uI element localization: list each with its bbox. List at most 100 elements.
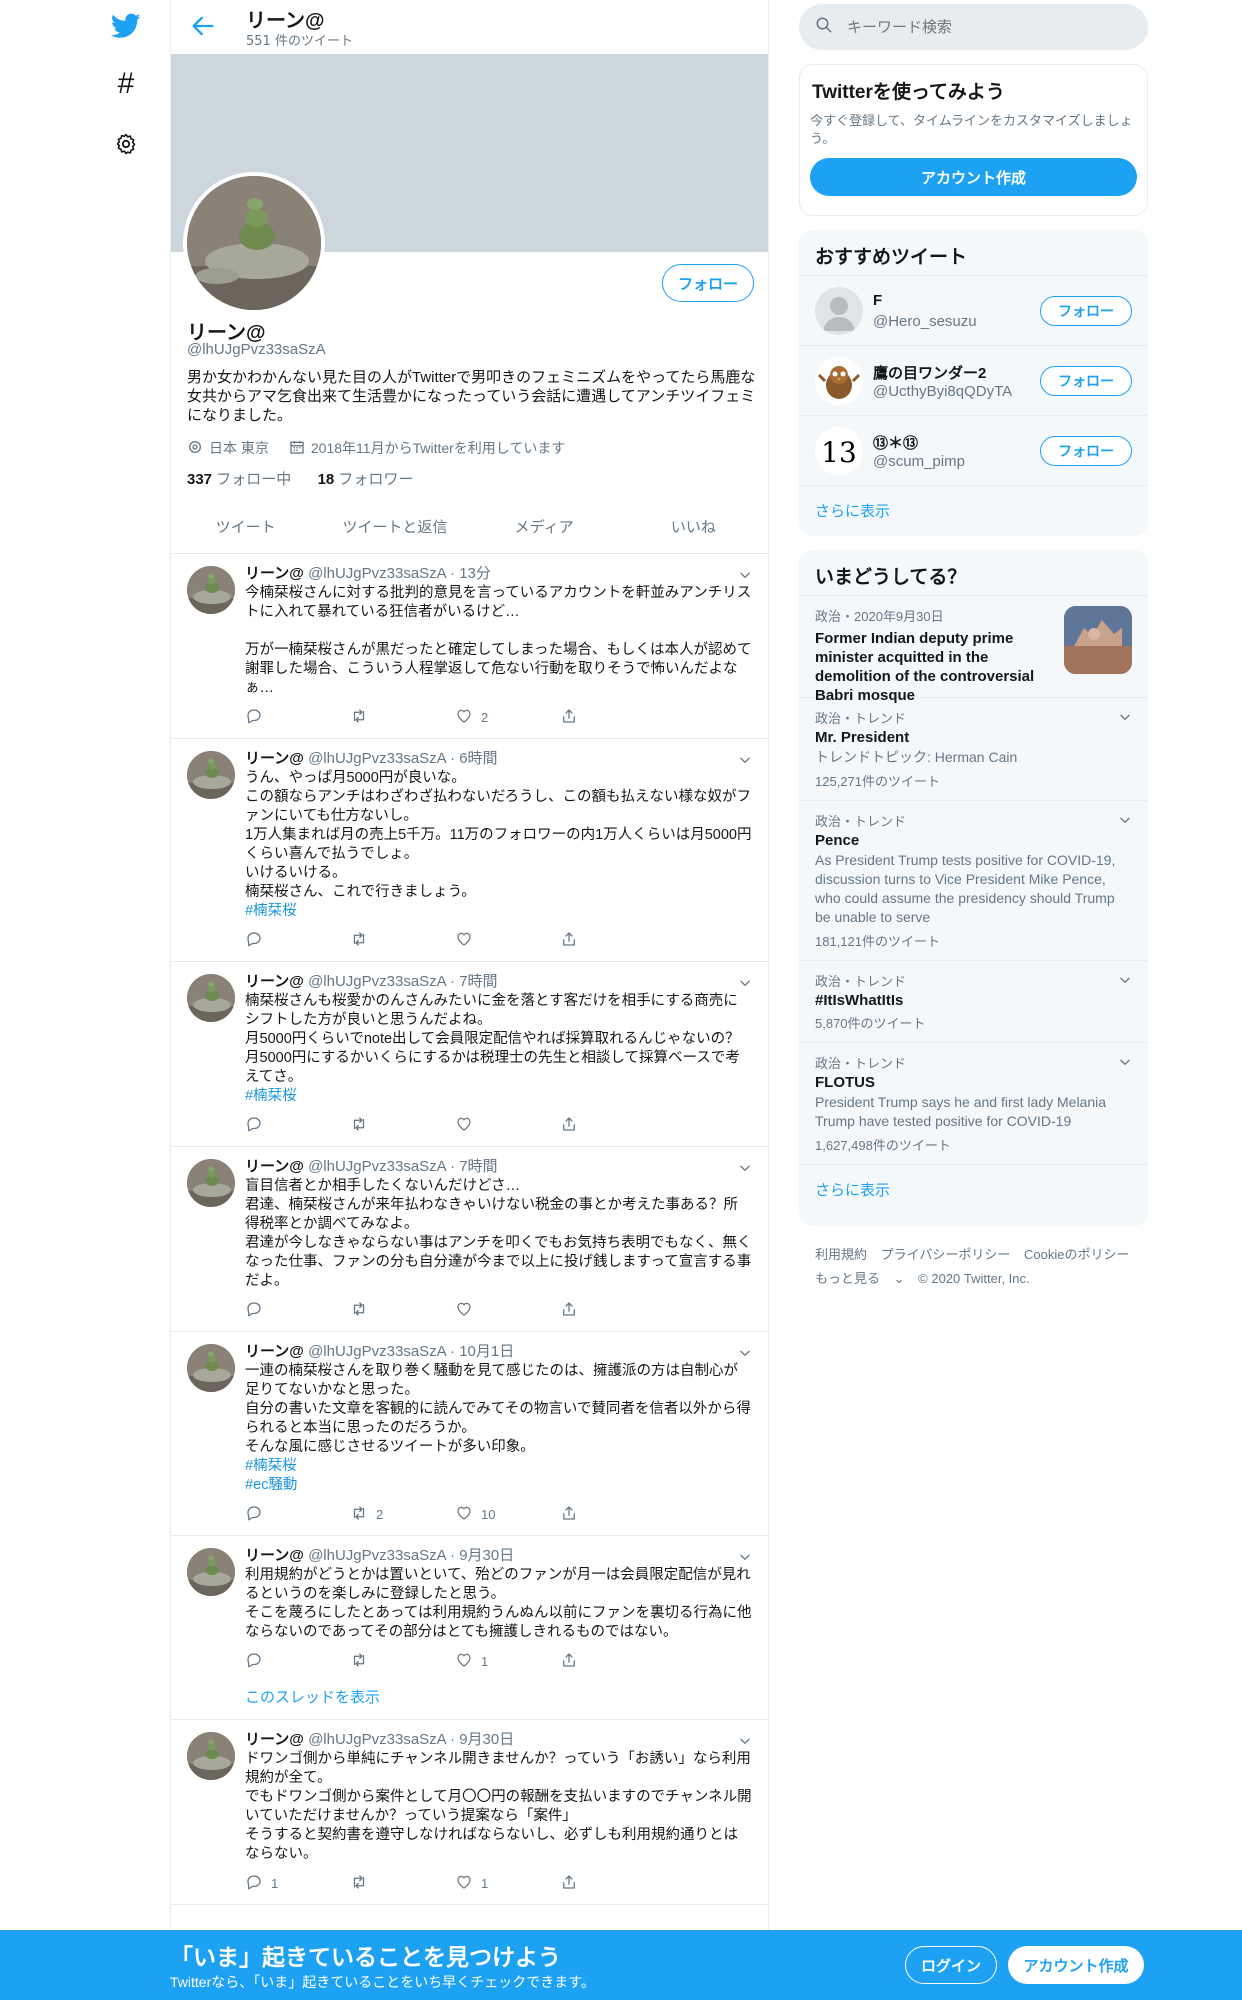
tweet-time[interactable]: 10月1日 <box>459 1343 514 1360</box>
tab-likes[interactable]: いいね <box>619 500 768 553</box>
tweet-author-name[interactable]: リーン@ <box>245 1343 304 1360</box>
like-button[interactable]: 2 <box>455 707 560 728</box>
tab-tweets-replies[interactable]: ツイートと返信 <box>320 500 469 553</box>
recommended-account[interactable]: 鷹の目ワンダー2 @UcthyByi8qQDyTA フォロー <box>799 346 1148 416</box>
tweet[interactable]: リーン@ @lhUJgPvz33saSzA · 6時間 うん、やっぱ月5000円… <box>171 739 768 962</box>
like-button[interactable] <box>455 1300 560 1321</box>
recommended-account[interactable]: F @Hero_sesuzu フォロー <box>799 276 1148 346</box>
retweet-button[interactable] <box>350 1300 455 1321</box>
follow-button[interactable]: フォロー <box>1040 366 1132 396</box>
retweet-button[interactable] <box>350 1873 455 1894</box>
tweet-author-name[interactable]: リーン@ <box>245 565 304 582</box>
twitter-bird-icon[interactable] <box>110 10 142 42</box>
back-arrow-icon[interactable] <box>189 12 217 40</box>
tweet-time[interactable]: 6時間 <box>459 750 497 767</box>
tab-tweets[interactable]: ツイート <box>171 500 320 553</box>
chevron-down-icon[interactable] <box>1118 1055 1132 1069</box>
like-button[interactable]: 1 <box>455 1873 560 1894</box>
tweet[interactable]: リーン@ @lhUJgPvz33saSzA · 9月30日 利用規約がどうとかは… <box>171 1536 768 1720</box>
footer-cookie[interactable]: Cookieのポリシー <box>1024 1247 1129 1262</box>
profile-avatar[interactable] <box>183 172 325 314</box>
follow-button[interactable]: フォロー <box>1040 296 1132 326</box>
tweet-time[interactable]: 13分 <box>459 565 491 582</box>
avatar[interactable] <box>187 974 235 1022</box>
share-button[interactable] <box>560 1873 665 1894</box>
trend-item[interactable]: 政治・トレンド Mr. President トレンドトピック: Herman C… <box>799 698 1148 801</box>
follow-button[interactable]: フォロー <box>662 264 754 302</box>
tweet[interactable]: リーン@ @lhUJgPvz33saSzA · 13分 今楠栞桜さんに対する批判… <box>171 554 768 739</box>
chevron-down-icon[interactable] <box>738 1161 752 1175</box>
chevron-down-icon[interactable] <box>738 976 752 990</box>
tweet-author-name[interactable]: リーン@ <box>245 1731 304 1748</box>
chevron-down-icon[interactable] <box>738 1734 752 1748</box>
chevron-down-icon[interactable] <box>1118 973 1132 987</box>
create-account-button[interactable]: アカウント作成 <box>810 158 1137 196</box>
tweet-author-name[interactable]: リーン@ <box>245 1547 304 1564</box>
chevron-down-icon[interactable] <box>738 1346 752 1360</box>
share-button[interactable] <box>560 1651 665 1672</box>
signup-button[interactable]: アカウント作成 <box>1008 1946 1144 1984</box>
footer-privacy[interactable]: プライバシーポリシー <box>881 1247 1011 1262</box>
reply-button[interactable]: 1 <box>245 1873 350 1894</box>
news-item[interactable]: 政治・2020年9月30日 Former Indian deputy prime… <box>799 596 1148 704</box>
retweet-button[interactable] <box>350 1115 455 1136</box>
footer-more[interactable]: もっと見る ⌄ <box>815 1271 905 1286</box>
chevron-down-icon[interactable] <box>738 753 752 767</box>
retweet-button[interactable] <box>350 930 455 951</box>
trend-item[interactable]: 政治・トレンド Pence As President Trump tests p… <box>799 801 1148 961</box>
recommended-account[interactable]: 13 ⑬＊⑬ @scum_pimp フォロー <box>799 416 1148 486</box>
avatar[interactable] <box>187 566 235 614</box>
footer-terms[interactable]: 利用規約 <box>815 1247 867 1262</box>
tweet-time[interactable]: 7時間 <box>459 973 497 990</box>
share-button[interactable] <box>560 1300 665 1321</box>
tweet[interactable]: リーン@ @lhUJgPvz33saSzA · 7時間 楠栞桜さんも桜愛かのんさ… <box>171 962 768 1147</box>
hashtag-link[interactable]: #楠栞桜 <box>245 1087 752 1106</box>
tweet-time[interactable]: 9月30日 <box>459 1547 514 1564</box>
share-button[interactable] <box>560 1504 665 1525</box>
share-button[interactable] <box>560 707 665 728</box>
tweet-author-name[interactable]: リーン@ <box>245 750 304 767</box>
reply-button[interactable] <box>245 1651 350 1672</box>
avatar[interactable] <box>187 1732 235 1780</box>
avatar[interactable] <box>187 751 235 799</box>
chevron-down-icon[interactable] <box>738 568 752 582</box>
followers-link[interactable]: 18 フォロワー <box>318 471 414 488</box>
retweet-button[interactable] <box>350 1651 455 1672</box>
show-more-link[interactable]: さらに表示 <box>799 1165 1148 1214</box>
tweet[interactable]: リーン@ @lhUJgPvz33saSzA · 10月1日 一連の楠栞桜さんを取… <box>171 1332 768 1536</box>
tab-media[interactable]: メディア <box>470 500 619 553</box>
avatar[interactable] <box>187 1344 235 1392</box>
tweet[interactable]: リーン@ @lhUJgPvz33saSzA · 7時間 盲目信者とか相手したくな… <box>171 1147 768 1332</box>
hashtag-link[interactable]: #ec騒動 <box>245 1476 752 1495</box>
trend-item[interactable]: 政治・トレンド #ItIsWhatItIs 5,870件のツイート <box>799 961 1148 1043</box>
chevron-down-icon[interactable] <box>738 1550 752 1564</box>
tweet-time[interactable]: 9月30日 <box>459 1731 514 1748</box>
avatar[interactable] <box>187 1159 235 1207</box>
reply-button[interactable] <box>245 1504 350 1525</box>
avatar[interactable] <box>187 1548 235 1596</box>
follow-button[interactable]: フォロー <box>1040 436 1132 466</box>
hashtag-link[interactable]: #楠栞桜 <box>245 902 752 921</box>
tweet-time[interactable]: 7時間 <box>459 1158 497 1175</box>
gear-icon[interactable] <box>110 128 142 160</box>
hashtag-icon[interactable]: # <box>110 67 142 100</box>
search-input[interactable] <box>847 18 1127 36</box>
following-link[interactable]: 337 フォロー中 <box>187 471 291 488</box>
tweet-author-name[interactable]: リーン@ <box>245 973 304 990</box>
show-more-link[interactable]: さらに表示 <box>799 486 1148 535</box>
like-button[interactable]: 10 <box>455 1504 560 1525</box>
retweet-button[interactable]: 2 <box>350 1504 455 1525</box>
reply-button[interactable] <box>245 707 350 728</box>
login-button[interactable]: ログイン <box>905 1946 997 1984</box>
share-button[interactable] <box>560 930 665 951</box>
show-thread-link[interactable]: このスレッドを表示 <box>245 1686 752 1707</box>
retweet-button[interactable] <box>350 707 455 728</box>
reply-button[interactable] <box>245 1115 350 1136</box>
search-box[interactable] <box>799 4 1148 50</box>
like-button[interactable] <box>455 1115 560 1136</box>
share-button[interactable] <box>560 1115 665 1136</box>
like-button[interactable]: 1 <box>455 1651 560 1672</box>
chevron-down-icon[interactable] <box>1118 710 1132 724</box>
trend-item[interactable]: 政治・トレンド FLOTUS President Trump says he a… <box>799 1043 1148 1165</box>
like-button[interactable] <box>455 930 560 951</box>
